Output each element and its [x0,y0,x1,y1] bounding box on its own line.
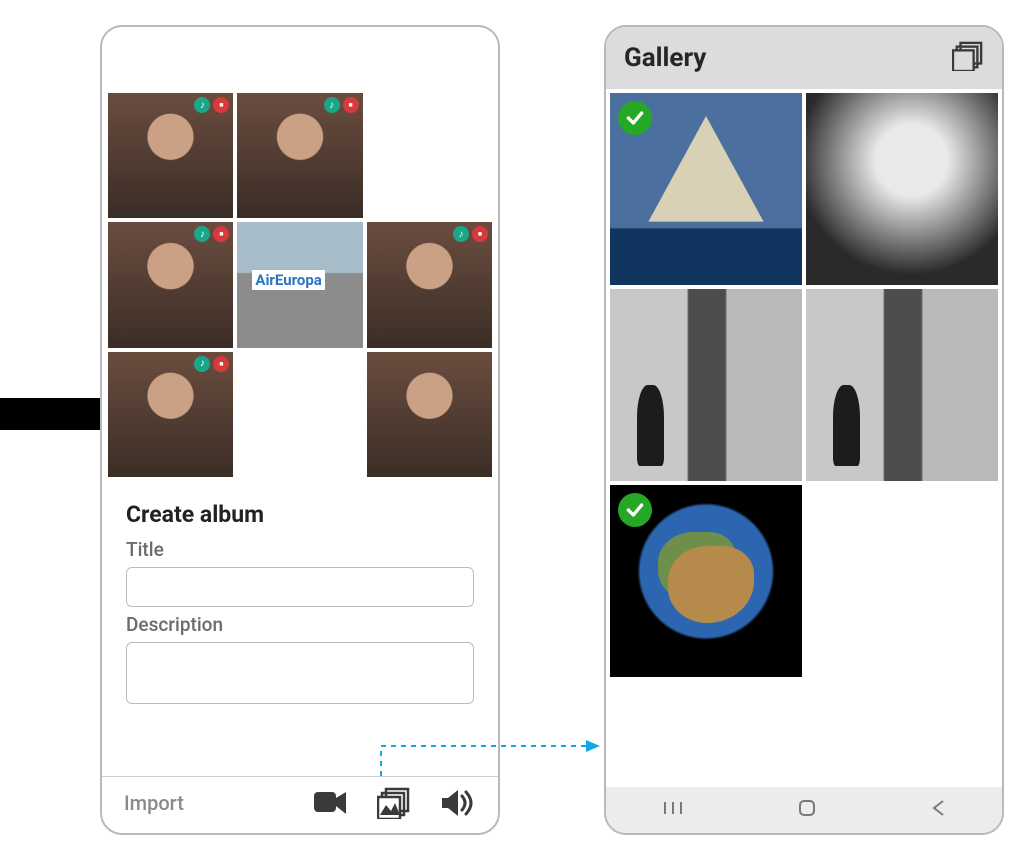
gallery-photo[interactable] [806,289,998,481]
album-thumb[interactable] [367,222,492,347]
gallery-photo[interactable] [610,485,802,677]
music-icon [453,226,469,242]
music-icon [194,97,210,113]
home-button[interactable] [797,798,817,823]
gallery-stack-icon[interactable] [952,41,984,75]
import-audio-icon[interactable] [440,787,476,819]
import-video-icon[interactable] [312,787,348,819]
selected-check-icon [618,493,652,527]
video-icon [472,226,488,242]
description-input[interactable] [126,642,474,704]
gallery-photo[interactable] [806,93,998,285]
music-icon [194,226,210,242]
album-thumb[interactable] [237,93,362,218]
selected-check-icon [618,101,652,135]
video-icon [213,356,229,372]
gallery-header: Gallery [606,27,1002,89]
album-thumb[interactable] [108,222,233,347]
album-thumb[interactable] [108,93,233,218]
album-thumb[interactable] [237,222,362,347]
gallery-photo[interactable] [610,93,802,285]
gallery-title: Gallery [624,43,706,73]
decorative-black-bar [0,398,110,430]
gallery-photo[interactable] [610,289,802,481]
music-icon [194,356,210,372]
music-icon [324,97,340,113]
gallery-grid [606,89,1002,681]
album-thumbnail-grid [102,87,498,483]
description-label: Description [126,613,474,636]
back-button[interactable] [931,799,945,822]
recent-apps-button[interactable] [663,800,683,821]
left-content: Create album Title Description Import [102,27,498,833]
create-album-form: Create album Title Description [102,483,498,716]
video-icon [343,97,359,113]
video-icon [213,97,229,113]
create-album-heading: Create album [126,501,474,528]
album-thumb[interactable] [367,352,492,477]
title-input[interactable] [126,567,474,607]
album-thumb-empty [367,93,492,218]
album-thumb[interactable] [108,352,233,477]
import-gallery-icon[interactable] [376,787,412,819]
android-nav-bar [606,787,1002,833]
import-label: Import [124,791,184,815]
title-label: Title [126,538,474,561]
album-thumb-empty [237,352,362,477]
phone-create-album: Create album Title Description Import [100,25,500,835]
video-icon [213,226,229,242]
import-bar: Import [102,777,498,833]
phone-gallery: Gallery [604,25,1004,835]
